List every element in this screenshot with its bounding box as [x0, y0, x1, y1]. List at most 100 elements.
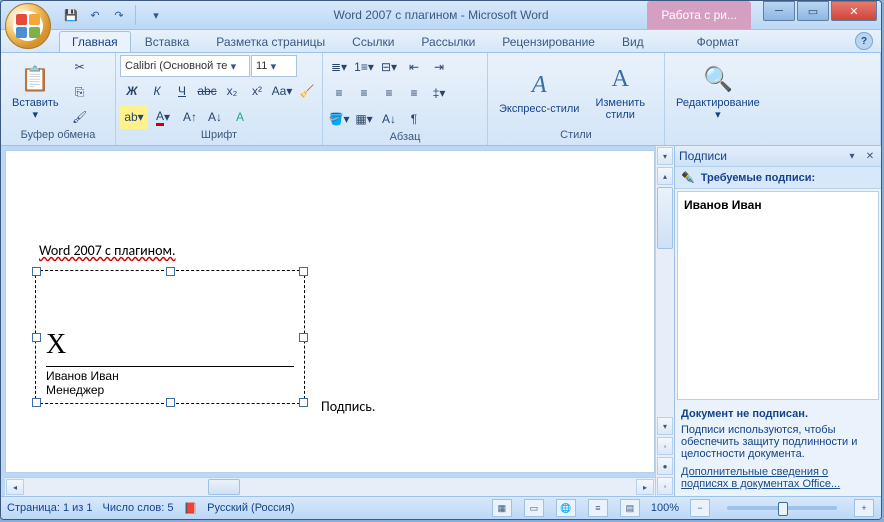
- tab-format[interactable]: Формат: [684, 31, 753, 52]
- sort-button[interactable]: A↓: [377, 107, 401, 131]
- close-button[interactable]: ✕: [831, 1, 877, 21]
- qa-save-button[interactable]: 💾: [61, 5, 81, 25]
- signature-line-object[interactable]: X Иванов Иван Менеджер: [35, 270, 305, 404]
- align-left-button[interactable]: ≡: [327, 81, 351, 105]
- view-full-screen[interactable]: ▭: [524, 499, 544, 517]
- v-scroll-thumb[interactable]: [657, 187, 673, 249]
- bold-button[interactable]: Ж: [120, 79, 144, 103]
- superscript-button[interactable]: x²: [245, 79, 269, 103]
- paste-button[interactable]: 📋 Вставить▾: [5, 55, 66, 129]
- maximize-button[interactable]: ▭: [797, 1, 829, 21]
- highlight-button[interactable]: ab▾: [120, 105, 148, 129]
- scroll-up-button[interactable]: ▴: [657, 167, 673, 185]
- prev-page-button[interactable]: ◦: [657, 437, 673, 455]
- numbering-button[interactable]: 1≡▾: [352, 55, 376, 79]
- shrink-font-button[interactable]: A↓: [203, 105, 227, 129]
- taskpane-menu-button[interactable]: ▾: [845, 149, 859, 163]
- shading-button[interactable]: 🪣▾: [327, 107, 351, 131]
- quick-styles-button[interactable]: A Экспресс-стили: [492, 55, 586, 129]
- group-font: Calibri (Основной те▾ 11▾ Ж К Ч abc x₂ x…: [116, 53, 323, 145]
- font-name-combo[interactable]: Calibri (Основной те▾: [120, 55, 250, 77]
- status-word-count[interactable]: Число слов: 5: [103, 502, 174, 514]
- document-page[interactable]: Word 2007 с плагином. X Иванов Иван: [5, 150, 655, 473]
- status-page[interactable]: Страница: 1 из 1: [7, 502, 93, 514]
- font-size-combo[interactable]: 11▾: [251, 55, 297, 77]
- justify-button[interactable]: ≡: [402, 81, 426, 105]
- taskpane-close-button[interactable]: ✕: [863, 149, 877, 163]
- text-effects-button[interactable]: A: [228, 105, 252, 129]
- qa-undo-button[interactable]: ↶: [85, 5, 105, 25]
- zoom-slider[interactable]: [727, 506, 837, 510]
- office-button[interactable]: [5, 3, 51, 49]
- document-area: Word 2007 с плагином. X Иванов Иван: [1, 146, 674, 496]
- format-painter-button[interactable]: 🖌: [68, 105, 92, 129]
- qa-redo-button[interactable]: ↷: [109, 5, 129, 25]
- next-page-button[interactable]: ◦: [657, 477, 673, 495]
- editing-button[interactable]: 🔍 Редактирование▾: [669, 55, 767, 129]
- resize-handle[interactable]: [299, 398, 308, 407]
- resize-handle[interactable]: [299, 333, 308, 342]
- scroll-down-button[interactable]: ▾: [657, 417, 673, 435]
- vertical-scrollbar[interactable]: ▾ ▴ ▾ ◦ ● ◦: [655, 146, 674, 496]
- resize-handle[interactable]: [166, 267, 175, 276]
- cut-button[interactable]: ✂: [68, 55, 92, 79]
- signature-entry[interactable]: Иванов Иван: [684, 198, 872, 212]
- scroll-right-button[interactable]: ▸: [636, 479, 654, 495]
- proofing-icon[interactable]: 📕: [183, 502, 197, 515]
- multilevel-button[interactable]: ⊟▾: [377, 55, 401, 79]
- font-color-button[interactable]: A▾: [149, 105, 177, 129]
- tab-view[interactable]: Вид: [609, 31, 657, 52]
- zoom-level[interactable]: 100%: [651, 502, 679, 514]
- tab-references[interactable]: Ссылки: [339, 31, 407, 52]
- contextual-tab[interactable]: Работа с ри...: [647, 1, 751, 29]
- resize-handle[interactable]: [166, 398, 175, 407]
- signatures-list[interactable]: Иванов Иван: [677, 191, 879, 400]
- subscript-button[interactable]: x₂: [220, 79, 244, 103]
- learn-more-link[interactable]: Дополнительные сведения о подписях в док…: [681, 466, 875, 490]
- tab-page-layout[interactable]: Разметка страницы: [203, 31, 338, 52]
- minimize-button[interactable]: ─: [763, 1, 795, 21]
- clear-format-button[interactable]: 🧹: [295, 79, 319, 103]
- bullets-button[interactable]: ≣▾: [327, 55, 351, 79]
- change-styles-button[interactable]: A Изменить стили: [588, 55, 652, 129]
- resize-handle[interactable]: [32, 267, 41, 276]
- status-language[interactable]: Русский (Россия): [207, 502, 294, 514]
- help-button[interactable]: ?: [855, 32, 873, 50]
- resize-handle[interactable]: [32, 398, 41, 407]
- copy-button[interactable]: ⎘: [68, 80, 92, 104]
- view-draft[interactable]: ▤: [620, 499, 640, 517]
- resize-handle[interactable]: [32, 333, 41, 342]
- align-right-button[interactable]: ≡: [377, 81, 401, 105]
- v-scroll-track[interactable]: [656, 250, 674, 416]
- zoom-thumb[interactable]: [778, 502, 788, 516]
- browse-object-button[interactable]: ●: [657, 457, 673, 475]
- resize-handle[interactable]: [299, 267, 308, 276]
- strike-button[interactable]: abc: [195, 79, 219, 103]
- view-web-layout[interactable]: 🌐: [556, 499, 576, 517]
- horizontal-scrollbar[interactable]: ◂ ▸: [5, 477, 655, 496]
- indent-right-button[interactable]: ⇥: [427, 55, 451, 79]
- scroll-left-button[interactable]: ◂: [6, 479, 24, 495]
- underline-button[interactable]: Ч: [170, 79, 194, 103]
- borders-button[interactable]: ▦▾: [352, 107, 376, 131]
- line-spacing-button[interactable]: ‡▾: [427, 81, 451, 105]
- taskpane-toggle[interactable]: ▾: [657, 147, 673, 165]
- view-outline[interactable]: ≡: [588, 499, 608, 517]
- italic-button[interactable]: К: [145, 79, 169, 103]
- qa-customize-button[interactable]: ▾: [146, 5, 166, 25]
- zoom-out-button[interactable]: −: [690, 499, 710, 517]
- tab-review[interactable]: Рецензирование: [489, 31, 608, 52]
- show-marks-button[interactable]: ¶: [402, 107, 426, 131]
- h-scroll-track[interactable]: [25, 478, 635, 496]
- tab-home[interactable]: Главная: [59, 31, 131, 52]
- indent-left-button[interactable]: ⇤: [402, 55, 426, 79]
- view-print-layout[interactable]: ▦: [492, 499, 512, 517]
- h-scroll-thumb[interactable]: [208, 479, 240, 495]
- align-center-button[interactable]: ≡: [352, 81, 376, 105]
- tab-mailings[interactable]: Рассылки: [408, 31, 488, 52]
- tab-insert[interactable]: Вставка: [132, 31, 203, 52]
- change-case-button[interactable]: Aa▾: [270, 79, 294, 103]
- grow-font-button[interactable]: A↑: [178, 105, 202, 129]
- zoom-in-button[interactable]: +: [854, 499, 874, 517]
- taskpane-footer: Документ не подписан. Подписи используют…: [675, 402, 881, 496]
